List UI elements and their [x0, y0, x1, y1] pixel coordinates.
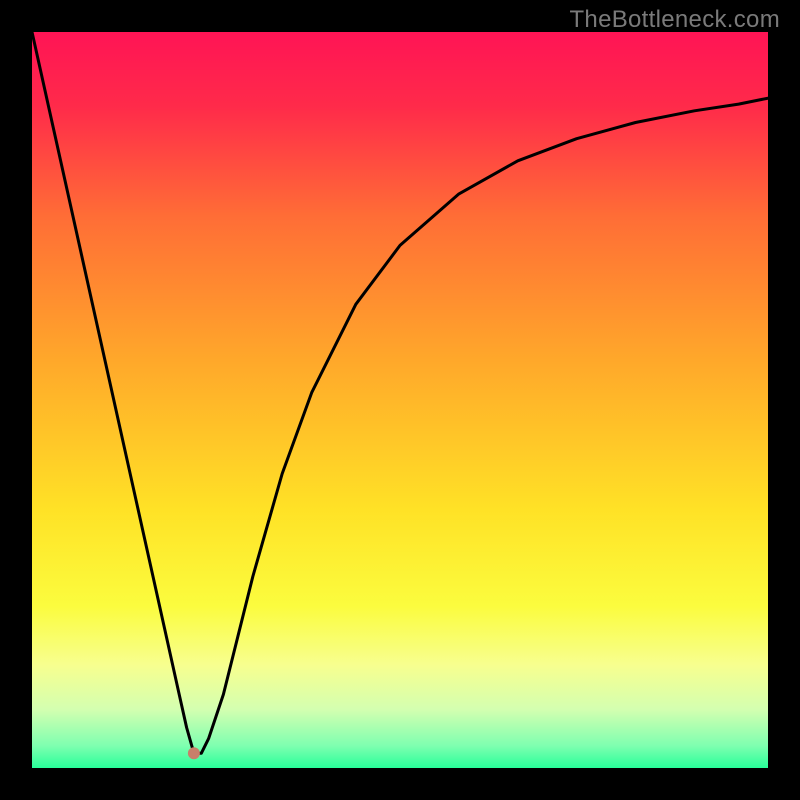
gradient-rect — [32, 32, 768, 768]
watermark-text: TheBottleneck.com — [569, 6, 780, 34]
chart-background — [32, 32, 768, 768]
chart-stage: TheBottleneck.com — [0, 0, 800, 800]
